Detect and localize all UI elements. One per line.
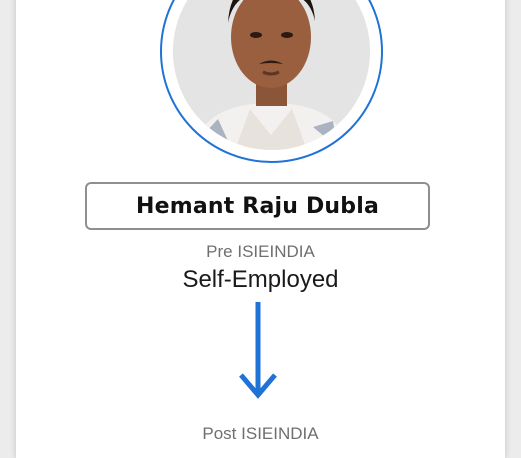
avatar-ring [160,0,383,163]
person-name: Hemant Raju Dubla [135,193,380,219]
post-label: Post ISIEINDIA [202,424,319,443]
profile-card: Hemant Raju Dubla Pre ISIEINDIA Self-Emp… [16,0,505,458]
down-arrow-icon [239,302,277,399]
pre-label: Pre ISIEINDIA [206,242,315,261]
name-box: Hemant Raju Dubla [85,182,430,230]
pre-value: Self-Employed [182,266,339,293]
avatar [173,0,370,150]
profile-photo [173,0,370,150]
